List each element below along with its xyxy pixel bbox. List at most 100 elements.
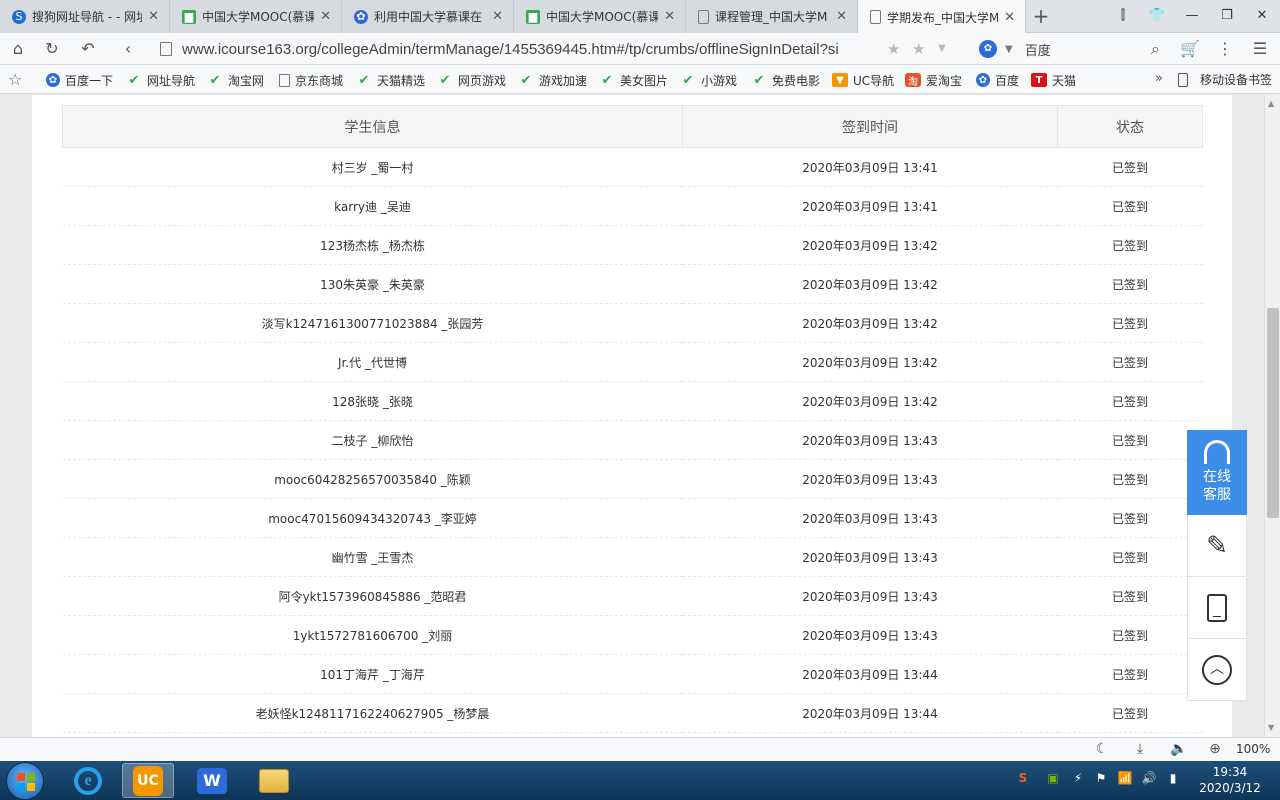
signin-time-cell: 2020年03月09日 13:42: [682, 264, 1058, 304]
url-text: www.icourse163.org/collegeAdmin/termMana…: [182, 40, 839, 58]
scroll-up-arrow-icon[interactable]: ▲: [1268, 99, 1274, 108]
favorite-star-icon[interactable]: ★: [887, 40, 900, 58]
bookmark-baidu[interactable]: ✿ 百度: [976, 71, 1019, 89]
favorite-menu-icon[interactable]: ★: [912, 40, 925, 58]
tab-course-manage[interactable]: 课程管理_中国大学M ✕: [686, 0, 858, 33]
more-vertical-icon[interactable]: ⋮: [1214, 39, 1236, 59]
bookmark-taobao[interactable]: ✔ 淘宝网: [207, 71, 264, 89]
taskbar-uc-browser[interactable]: UC: [122, 763, 174, 798]
mobile-app-button[interactable]: [1187, 577, 1247, 639]
home-icon[interactable]: ⌂: [7, 39, 29, 59]
tab-mooc-1[interactable]: ▆ 中国大学MOOC(慕课 ✕: [170, 0, 342, 33]
bookmark-mini-games[interactable]: ✔ 小游戏: [680, 71, 737, 89]
close-icon[interactable]: ✕: [1004, 10, 1015, 25]
signal-icon[interactable]: 📶: [1117, 771, 1133, 789]
bookmark-label: 淘宝网: [228, 73, 265, 88]
download-icon[interactable]: ⤓: [1131, 741, 1149, 757]
tab-baidu-article[interactable]: ✿ 利用中国大学慕课在 ✕: [342, 0, 514, 33]
bookmark-free-movies[interactable]: ✔ 免费电影: [751, 71, 820, 89]
new-tab-button[interactable]: +: [1030, 6, 1052, 28]
bookmark-label: 网页游戏: [458, 73, 507, 88]
close-icon[interactable]: ✕: [320, 9, 331, 24]
power-icon[interactable]: ▮: [1165, 771, 1181, 789]
bookmark-pictures[interactable]: ✔ 美女图片: [599, 71, 668, 89]
close-icon[interactable]: ✕: [664, 9, 675, 24]
bookmark-label: 天猫精选: [377, 73, 426, 88]
baidu-paw-icon[interactable]: ✿: [979, 40, 997, 58]
zoom-level[interactable]: 100%: [1236, 742, 1270, 756]
status-cell: 已签到: [1057, 654, 1203, 694]
bookmark-star-icon[interactable]: ☆: [8, 70, 22, 89]
minimize-icon[interactable]: —: [1182, 8, 1202, 24]
bookmark-baidu-yixia[interactable]: ✿ 百度一下: [46, 71, 113, 89]
close-icon[interactable]: ✕: [148, 9, 159, 24]
close-icon[interactable]: ✕: [492, 9, 503, 24]
online-service-button[interactable]: 在线 客服: [1187, 430, 1247, 515]
start-button[interactable]: [6, 762, 44, 800]
taskbar-explorer[interactable]: [248, 763, 300, 798]
search-icon[interactable]: ⌕: [1151, 39, 1160, 59]
windows-logo-icon: [17, 773, 35, 791]
page-scrollbar[interactable]: ▲ ▼: [1264, 95, 1280, 737]
phone-icon: [1178, 72, 1188, 87]
bookmark-tmall[interactable]: T 天猫: [1031, 71, 1076, 89]
sogou-ime-icon[interactable]: S: [1015, 771, 1031, 789]
hao-check-icon: ✔: [209, 72, 221, 88]
clock-date: 2020/3/12: [1199, 781, 1261, 795]
tab-term-publish[interactable]: 学期发布_中国大学M ✕: [858, 0, 1026, 34]
back-icon[interactable]: ‹: [117, 39, 139, 59]
bookmark-web-games[interactable]: ✔ 网页游戏: [437, 71, 506, 89]
refresh-icon[interactable]: ↻: [41, 39, 63, 59]
tab-mooc-2[interactable]: ▆ 中国大学MOOC(慕课 ✕: [514, 0, 686, 33]
status-cell: 已签到: [1057, 225, 1203, 265]
status-cell: 已签到: [1057, 459, 1203, 499]
bookmark-aitaobao[interactable]: 淘爱淘宝: [905, 71, 962, 89]
network-tray-icon[interactable]: ⚡: [1070, 771, 1086, 789]
mobile-bookmarks-button[interactable]: 移动设备书签: [1178, 71, 1272, 88]
bookmark-tmall-select[interactable]: ✔ 天猫精选: [356, 71, 425, 89]
taskbar-wps[interactable]: W: [186, 763, 238, 798]
zoom-icon[interactable]: ⊕: [1206, 741, 1224, 757]
bookmark-game-boost[interactable]: ✔ 游戏加速: [518, 71, 587, 89]
night-mode-icon[interactable]: ☾: [1093, 741, 1111, 757]
restore-icon[interactable]: ❐: [1217, 8, 1237, 24]
tab-sogou-nav[interactable]: S 搜狗网址导航 - - 网址 ✕: [0, 0, 170, 33]
scroll-down-arrow-icon[interactable]: ▼: [1268, 723, 1274, 732]
nvidia-icon[interactable]: ▣: [1045, 771, 1061, 789]
sound-icon[interactable]: 🔈: [1170, 741, 1188, 757]
status-cell: 已签到: [1057, 186, 1203, 226]
scroll-thumb[interactable]: [1267, 308, 1279, 518]
back-to-top-button[interactable]: ︿: [1187, 639, 1247, 701]
bookmark-uc-nav[interactable]: ▼ UC导航: [832, 71, 894, 89]
hao-check-icon: ✔: [128, 72, 140, 88]
sidebar-toggle-icon[interactable]: ⫿: [1113, 8, 1133, 24]
student-info-cell: 130朱英豪 _朱英豪: [62, 264, 683, 304]
feedback-button[interactable]: ✎: [1187, 515, 1247, 577]
chevron-down-icon[interactable]: ▼: [1005, 44, 1013, 55]
student-info-cell: 淡写k1247161300771023884 _张园芳: [62, 303, 683, 343]
close-window-icon[interactable]: ✕: [1252, 8, 1272, 24]
flag-tray-icon[interactable]: ⚑: [1093, 771, 1109, 789]
student-info-cell: 128张晓 _张晓: [62, 381, 683, 421]
menu-icon[interactable]: ☰: [1249, 39, 1271, 59]
taskbar-ie[interactable]: e: [62, 763, 114, 798]
skin-icon[interactable]: 👕: [1147, 8, 1167, 24]
signin-time-cell: 2020年03月09日 13:43: [682, 576, 1058, 616]
chevron-down-icon[interactable]: ▼: [938, 43, 946, 54]
pencil-icon: ✎: [1206, 530, 1228, 561]
undo-icon[interactable]: ↶: [77, 39, 99, 59]
bookmark-wangzhi-daohang[interactable]: ✔ 网址导航: [126, 71, 195, 89]
search-box[interactable]: ✿ ▼ 百度 ⌕: [975, 37, 1160, 61]
bookmark-jd[interactable]: 京东商城: [279, 71, 343, 89]
signin-time-cell: 2020年03月09日 13:44: [682, 693, 1058, 733]
bookmarks-more-button[interactable]: »: [1155, 71, 1163, 86]
close-icon[interactable]: ✕: [836, 9, 847, 24]
page-viewport: 学生信息 签到时间 状态 村三岁 _蜀一村 2020年03月09日 13:41 已签…: [0, 95, 1264, 737]
url-input[interactable]: www.icourse163.org/collegeAdmin/termMana…: [160, 37, 960, 61]
volume-icon[interactable]: 🔊: [1141, 771, 1157, 789]
table-header-row: 学生信息 签到时间 状态: [62, 105, 1203, 148]
cart-icon[interactable]: 🛒: [1179, 39, 1201, 59]
system-clock[interactable]: 19:34 2020/3/12: [1192, 764, 1268, 796]
bookmark-label: 小游戏: [701, 73, 738, 88]
bookmark-label: 天猫: [1052, 73, 1077, 88]
